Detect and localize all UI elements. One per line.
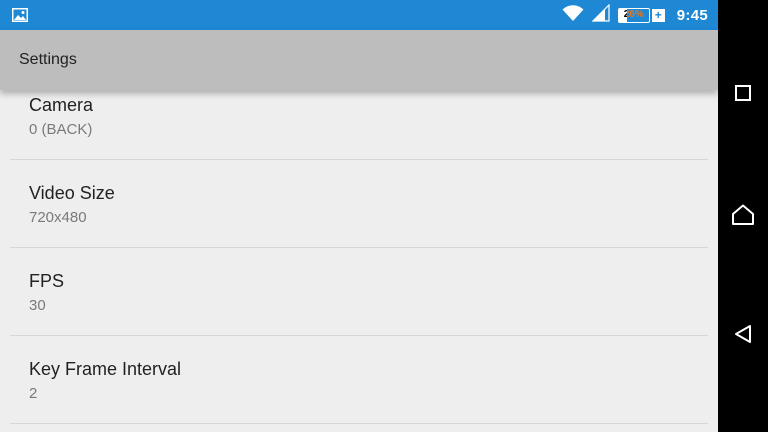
wifi-icon [562,4,584,27]
navigation-bar [718,0,768,432]
home-icon [731,204,755,231]
preference-title: FPS [29,271,65,291]
cell-signal-icon [591,3,610,27]
preference-summary: 2 [29,385,38,402]
charging-plus-icon: + [651,8,665,22]
preference-summary: 0 (BACK) [29,121,93,138]
preference-title: Camera [29,95,94,115]
gallery-notification-icon [12,8,28,22]
status-clock: 9:45 [676,6,708,24]
recents-button[interactable] [718,75,768,115]
preference-summary: 30 [29,297,46,314]
battery-level: 26% [617,7,650,23]
preference-list[interactable]: Camera 0 (BACK) Video Size 720x480 FPS 3… [0,72,718,424]
home-button[interactable] [718,197,768,237]
app-screen: 26% + 9:45 Settings Camera 0 (BACK) Vide… [0,0,718,432]
preference-summary: 720x480 [29,209,87,226]
back-button[interactable] [718,316,768,356]
battery-percent: 26% [623,8,644,20]
recents-icon [734,84,752,107]
status-icons: 26% + 9:45 [562,0,708,30]
preference-key-frame-interval[interactable]: Key Frame Interval 2 [10,336,708,424]
status-bar: 26% + 9:45 [0,0,718,30]
battery-icon: 26% + [617,7,665,23]
app-toolbar: Settings [0,30,718,90]
preference-title: Video Size [29,183,115,203]
page-title: Settings [19,51,77,68]
preference-title: Key Frame Interval [29,359,182,379]
back-icon [733,324,753,349]
preference-video-size[interactable]: Video Size 720x480 [10,160,708,248]
preference-fps[interactable]: FPS 30 [10,248,708,336]
